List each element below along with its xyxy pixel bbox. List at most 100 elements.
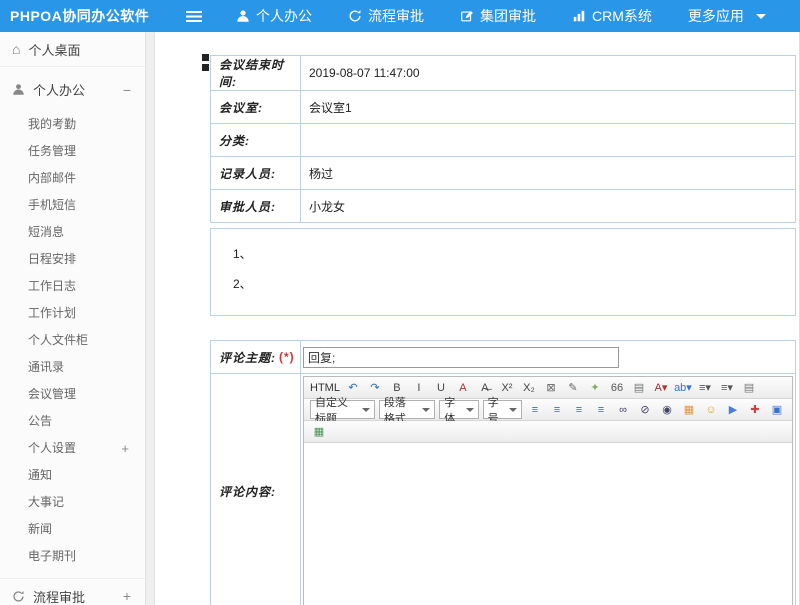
- collapse-icon[interactable]: −: [123, 82, 133, 98]
- sidebar-item[interactable]: 个人设置 +: [0, 435, 145, 462]
- redo-icon[interactable]: ↷: [365, 379, 385, 397]
- sidebar-section-personal-office[interactable]: 个人办公 −: [0, 72, 145, 107]
- format-brush-icon[interactable]: ✎: [563, 379, 583, 397]
- caret-down-icon: [756, 14, 766, 19]
- remove-format-icon[interactable]: ✦: [585, 379, 605, 397]
- meeting-content-box: 1、 2、: [210, 228, 796, 316]
- field-value: 杨过: [301, 157, 796, 190]
- sidebar-item-label: 工作日志: [28, 273, 76, 300]
- media-icon[interactable]: ▶: [723, 401, 743, 419]
- sidebar-section-workflow[interactable]: 流程审批 +: [0, 578, 145, 605]
- sidebar-item[interactable]: 公告: [0, 408, 145, 435]
- sidebar-item[interactable]: 工作计划: [0, 300, 145, 327]
- content-area: 会议结束时间: 2019-08-07 11:47:00 会议室: 会议室1 分类…: [155, 32, 800, 605]
- field-label: 记录人员:: [211, 157, 301, 190]
- sidebar-item[interactable]: 通讯录: [0, 354, 145, 381]
- sidebar-item-label: 通知: [28, 462, 52, 489]
- sidebar-item-label: 工作计划: [28, 300, 76, 327]
- comment-subject-input[interactable]: [303, 347, 619, 368]
- paragraph-select[interactable]: 段落格式: [379, 400, 435, 419]
- sidebar-item[interactable]: 大事记: [0, 489, 145, 516]
- sidebar-item-label: 任务管理: [28, 138, 76, 165]
- sidebar-item[interactable]: 短消息: [0, 219, 145, 246]
- sidebar-item[interactable]: 任务管理: [0, 138, 145, 165]
- field-label: 分类:: [211, 124, 301, 157]
- field-value: [301, 124, 796, 157]
- subscript-icon[interactable]: X₂: [519, 379, 539, 397]
- font-size-select[interactable]: 字号: [483, 400, 522, 419]
- heading-select[interactable]: 自定义标题: [310, 400, 375, 419]
- sidebar-item[interactable]: 手机短信: [0, 192, 145, 219]
- nav-personal-office[interactable]: 个人办公: [236, 6, 312, 26]
- cycle-icon: [12, 590, 25, 603]
- image-icon[interactable]: ▦: [679, 401, 699, 419]
- comment-subject-row: 评论主题: (*): [211, 341, 795, 374]
- new-page-icon[interactable]: ▤: [739, 379, 759, 397]
- nav-workflow-approval[interactable]: 流程审批: [348, 6, 424, 26]
- chart-icon: [572, 9, 586, 23]
- caret-down-icon: [422, 408, 430, 412]
- sidebar-item[interactable]: 新闻: [0, 516, 145, 543]
- sidebar-item[interactable]: 电子期刊: [0, 543, 145, 570]
- attachment-icon[interactable]: ✚: [745, 401, 765, 419]
- sidebar-item-desktop[interactable]: ⌂ 个人桌面: [0, 32, 145, 67]
- field-label: 审批人员:: [211, 190, 301, 223]
- align-center-icon[interactable]: ≡: [547, 401, 567, 419]
- sidebar-item[interactable]: 日程安排: [0, 246, 145, 273]
- nav-crm-system[interactable]: CRM系统: [572, 6, 652, 26]
- sidebar-item-label: 新闻: [28, 516, 52, 543]
- person-icon: [12, 83, 25, 96]
- field-label: 会议室:: [211, 91, 301, 124]
- snippet-icon[interactable]: ▤: [629, 379, 649, 397]
- sidebar-item-label: 大事记: [28, 489, 64, 516]
- link-icon[interactable]: ∞: [613, 401, 633, 419]
- app-logo: PHPOA协同办公软件: [0, 6, 186, 26]
- sidebar-item[interactable]: 个人文件柜: [0, 327, 145, 354]
- align-left-icon[interactable]: ≡: [525, 401, 545, 419]
- editor-content-area[interactable]: [304, 443, 792, 605]
- caret-down-icon: [362, 408, 370, 412]
- sidebar-item-label: 通讯录: [28, 354, 64, 381]
- align-justify-icon[interactable]: ≡: [591, 401, 611, 419]
- font-family-select[interactable]: 字体: [439, 400, 478, 419]
- nav-group-approval[interactable]: 集团审批: [460, 6, 536, 26]
- eraser-icon[interactable]: ⊠: [541, 379, 561, 397]
- highlight-dropdown[interactable]: ab▾: [673, 379, 693, 397]
- nav-more-apps[interactable]: 更多应用: [688, 6, 766, 26]
- quote-icon[interactable]: 66: [607, 379, 627, 397]
- expand-icon[interactable]: +: [123, 588, 133, 604]
- caret-down-icon: [466, 408, 474, 412]
- subject-label: 评论主题:: [219, 349, 276, 366]
- table-row: 记录人员: 杨过: [211, 157, 796, 190]
- scrollbar-dot: [202, 64, 209, 71]
- unlink-icon[interactable]: ⊘: [635, 401, 655, 419]
- sidebar-item[interactable]: 通知: [0, 462, 145, 489]
- sidebar-item[interactable]: 我的考勤: [0, 111, 145, 138]
- nav-label: CRM系统: [592, 6, 652, 26]
- hamburger-icon[interactable]: [186, 11, 202, 22]
- sidebar-item[interactable]: 会议管理: [0, 381, 145, 408]
- unordered-list-dropdown[interactable]: ≡▾: [717, 379, 737, 397]
- sidebar-item[interactable]: 工作日志: [0, 273, 145, 300]
- comment-form: 评论主题: (*) 评论内容: HTML ↶: [210, 340, 796, 605]
- ordered-list-dropdown[interactable]: ≡▾: [695, 379, 715, 397]
- page-layout: ⌂ 个人桌面 个人办公 − 我的考勤 任务管理 内部邮件: [0, 32, 800, 605]
- sidebar-menu: 我的考勤 任务管理 内部邮件 手机短信: [0, 107, 145, 572]
- table-row: 分类:: [211, 124, 796, 157]
- text-color-dropdown[interactable]: A▾: [651, 379, 671, 397]
- sidebar-item[interactable]: 内部邮件: [0, 165, 145, 192]
- emoticon-icon[interactable]: ☺: [701, 401, 721, 419]
- content-scrollbar-handle[interactable]: [202, 54, 209, 74]
- sidebar-item-label: 公告: [28, 408, 52, 435]
- field-label: 评论内容:: [211, 374, 301, 605]
- comment-content-row: 评论内容: HTML ↶ ↷ B: [211, 374, 795, 605]
- editor-toolbar-row2: 自定义标题 段落格式: [304, 399, 792, 421]
- code-icon[interactable]: ▣: [767, 401, 787, 419]
- sidebar-item-label: 个人文件柜: [28, 327, 88, 354]
- toolbar-icon-group: ≡ ≡ ≡ ≡ ∞ ⊘: [524, 401, 788, 419]
- anchor-icon[interactable]: ◉: [657, 401, 677, 419]
- align-right-icon[interactable]: ≡: [569, 401, 589, 419]
- comment-subject-cell: [301, 341, 795, 373]
- table-icon[interactable]: ▦: [309, 423, 329, 441]
- field-label: 会议结束时间:: [211, 56, 301, 91]
